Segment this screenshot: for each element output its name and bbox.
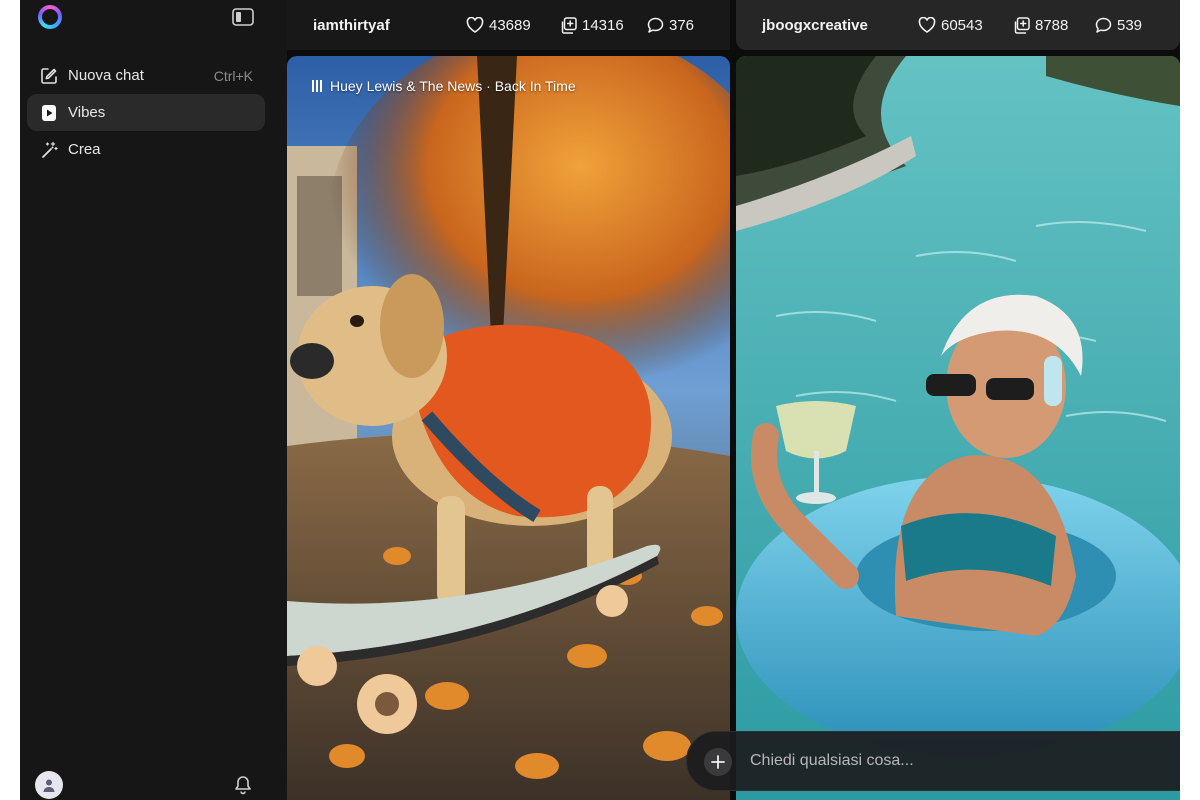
comment-icon xyxy=(1095,17,1112,33)
remix-stat[interactable]: 14316 xyxy=(560,17,624,34)
remix-stat[interactable]: 8788 xyxy=(1013,17,1068,34)
music-track-label: Huey Lewis & The News · Back In Time xyxy=(330,78,576,94)
post-username[interactable]: jboogxcreative xyxy=(762,17,868,34)
heart-icon xyxy=(918,17,936,33)
remix-icon xyxy=(1014,16,1030,34)
play-icon xyxy=(39,103,59,123)
comment-stat[interactable]: 539 xyxy=(1095,17,1142,34)
shortcut-hint: Ctrl+K xyxy=(213,67,253,84)
edit-icon xyxy=(39,66,59,86)
post-header-left: iamthirtyaf 43689 14316 376 xyxy=(287,0,730,50)
meta-ai-logo-icon[interactable] xyxy=(38,5,62,29)
like-count: 43689 xyxy=(489,16,531,34)
like-stat[interactable]: 60543 xyxy=(918,17,983,34)
user-avatar-icon[interactable] xyxy=(35,771,63,799)
post-header-right: jboogxcreative 60543 8788 539 xyxy=(736,0,1180,50)
sidebar-item-vibes[interactable]: Vibes xyxy=(27,94,265,131)
remix-icon xyxy=(561,16,577,34)
sidebar-item-crea[interactable]: Crea xyxy=(27,131,265,168)
like-count: 60543 xyxy=(941,16,983,34)
sidebar-item-label: Nuova chat xyxy=(68,67,144,84)
heart-icon xyxy=(466,17,484,33)
music-bars-icon xyxy=(312,80,322,92)
comment-count: 376 xyxy=(669,16,695,34)
post-username[interactable]: iamthirtyaf xyxy=(313,17,390,34)
comment-stat[interactable]: 376 xyxy=(647,17,694,34)
pool-woman-image xyxy=(736,56,1180,800)
app-window: Nuova chat Ctrl+K Vibes Crea iamthirtyaf… xyxy=(20,0,1180,800)
magic-wand-icon xyxy=(39,140,59,160)
chat-composer: Chiedi qualsiasi cosa... xyxy=(686,731,1180,791)
video-post-dog-skateboard[interactable]: Huey Lewis & The News · Back In Time xyxy=(287,56,730,800)
sidebar-item-new-chat[interactable]: Nuova chat Ctrl+K xyxy=(27,57,265,94)
like-stat[interactable]: 43689 xyxy=(466,17,531,34)
sidebar-item-label: Crea xyxy=(68,141,101,158)
sidebar: Nuova chat Ctrl+K Vibes Crea xyxy=(20,0,287,800)
comment-icon xyxy=(647,17,664,33)
prompt-input[interactable]: Chiedi qualsiasi cosa... xyxy=(750,752,914,770)
music-credit[interactable]: Huey Lewis & The News · Back In Time xyxy=(312,78,576,94)
plus-icon[interactable] xyxy=(704,748,732,776)
comment-count: 539 xyxy=(1117,16,1143,34)
dog-skateboard-image xyxy=(287,56,730,800)
remix-count: 14316 xyxy=(582,16,624,34)
bell-icon[interactable] xyxy=(232,774,254,796)
remix-count: 8788 xyxy=(1035,16,1069,34)
sidebar-toggle-icon[interactable] xyxy=(232,8,254,26)
sidebar-nav: Nuova chat Ctrl+K Vibes Crea xyxy=(27,57,265,168)
video-post-pool-woman[interactable] xyxy=(736,56,1180,800)
sidebar-item-label: Vibes xyxy=(68,104,106,121)
vibes-feed: iamthirtyaf 43689 14316 376 jboogxcreati… xyxy=(287,0,1180,800)
